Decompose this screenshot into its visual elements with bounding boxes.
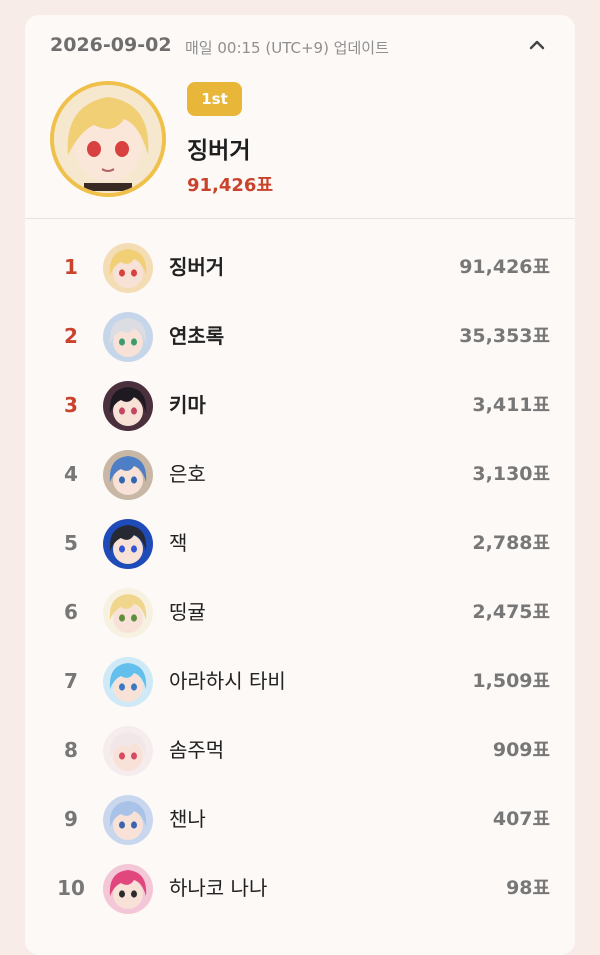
ranking-row[interactable]: 4 은호 3,130표 [25, 440, 575, 509]
vote-count: 35,353표 [459, 325, 550, 347]
streamer-name: 잭 [169, 531, 188, 555]
vote-count: 2,788표 [472, 532, 550, 554]
streamer-avatar [103, 657, 153, 707]
streamer-avatar [103, 312, 153, 362]
streamer-name: 하나코 나나 [169, 876, 268, 900]
ranking-row[interactable]: 7 아라하시 타비 1,509표 [25, 647, 575, 716]
streamer-name: 은호 [169, 462, 206, 486]
ranking-row[interactable]: 1 징버거 91,426표 [25, 233, 575, 302]
ranking-row[interactable]: 2 연초록 35,353표 [25, 302, 575, 371]
ranking-list: 1 징버거 91,426표 2 연초록 35,353표 3 키마 3,411표 4 은호 3,130표… [25, 233, 575, 923]
streamer-avatar [103, 450, 153, 500]
ranking-header[interactable]: 2026-09-02 매일 00:15 (UTC+9) 업데이트 [25, 15, 575, 75]
vote-count: 2,475표 [472, 601, 550, 623]
ranking-row[interactable]: 8 솜주먹 909표 [25, 716, 575, 785]
vote-count: 3,130표 [472, 463, 550, 485]
streamer-name: 띵귤 [169, 600, 206, 624]
streamer-avatar [103, 795, 153, 845]
ranking-card: 2026-09-02 매일 00:15 (UTC+9) 업데이트 1st 징버거… [25, 15, 575, 955]
streamer-avatar [103, 381, 153, 431]
streamer-avatar [103, 243, 153, 293]
ranking-date: 2026-09-02 [50, 34, 172, 56]
vote-count: 3,411표 [472, 394, 550, 416]
first-place-badge: 1st [187, 82, 242, 116]
streamer-name: 징버거 [169, 255, 225, 279]
rank-number: 2 [64, 324, 78, 348]
rank-number: 4 [64, 462, 78, 486]
rank-number: 6 [64, 600, 78, 624]
streamer-avatar [103, 864, 153, 914]
rank-number: 1 [64, 255, 78, 279]
vote-count: 407표 [492, 808, 550, 830]
rank-number: 10 [57, 876, 85, 900]
ranking-row[interactable]: 9 챈나 407표 [25, 785, 575, 854]
ranking-row[interactable]: 6 띵귤 2,475표 [25, 578, 575, 647]
rank-number: 3 [64, 393, 78, 417]
streamer-avatar [103, 519, 153, 569]
streamer-name: 솜주먹 [169, 738, 225, 762]
streamer-name: 연초록 [169, 324, 225, 348]
streamer-avatar [103, 726, 153, 776]
rank-number: 9 [64, 807, 78, 831]
rank-number: 5 [64, 531, 78, 555]
streamer-name: 키마 [169, 393, 206, 417]
ranking-row[interactable]: 3 키마 3,411표 [25, 371, 575, 440]
vote-count: 909표 [492, 739, 550, 761]
streamer-avatar [103, 588, 153, 638]
vote-count: 1,509표 [472, 670, 550, 692]
vote-count: 98표 [506, 877, 550, 899]
streamer-name: 아라하시 타비 [169, 669, 286, 693]
first-place-votes: 91,426표 [187, 175, 274, 196]
first-place-avatar [50, 81, 166, 197]
chevron-up-icon[interactable] [529, 37, 545, 53]
streamer-name: 챈나 [169, 807, 206, 831]
update-schedule: 매일 00:15 (UTC+9) 업데이트 [185, 39, 389, 57]
rank-number: 8 [64, 738, 78, 762]
ranking-row[interactable]: 10 하나코 나나 98표 [25, 854, 575, 923]
first-place-summary[interactable]: 1st 징버거 91,426표 [25, 75, 575, 219]
vote-count: 91,426표 [459, 256, 550, 278]
rank-number: 7 [64, 669, 78, 693]
ranking-row[interactable]: 5 잭 2,788표 [25, 509, 575, 578]
first-place-name: 징버거 [187, 138, 251, 164]
